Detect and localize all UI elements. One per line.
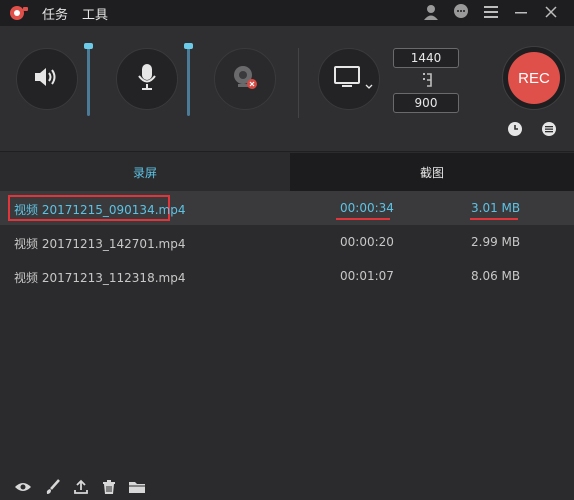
chat-icon[interactable] bbox=[452, 3, 470, 21]
eye-icon[interactable] bbox=[14, 478, 32, 496]
microphone-volume-slider[interactable] bbox=[184, 43, 193, 116]
speaker-button[interactable] bbox=[16, 48, 78, 110]
folder-icon[interactable] bbox=[128, 478, 146, 496]
file-size: 2.99 MB bbox=[471, 235, 521, 249]
file-name: 视频 20171213_112318.mp4 bbox=[14, 271, 186, 285]
chevron-down-icon bbox=[365, 75, 373, 94]
close-icon[interactable] bbox=[542, 3, 560, 21]
microphone-button[interactable] bbox=[116, 48, 178, 110]
menu-task[interactable]: 任务 bbox=[42, 4, 68, 23]
height-input[interactable]: 900 bbox=[393, 93, 459, 113]
speaker-icon bbox=[32, 65, 62, 93]
menu-icon[interactable] bbox=[482, 3, 500, 21]
tab-screen-recording[interactable]: 录屏 bbox=[0, 153, 290, 191]
rec-label: REC bbox=[508, 52, 560, 104]
monitor-icon bbox=[334, 66, 364, 92]
tab-screenshot[interactable]: 截图 bbox=[290, 153, 574, 191]
menu-bar: 任务 工具 bbox=[42, 4, 108, 23]
file-duration: 00:01:07 bbox=[340, 269, 394, 283]
brush-icon[interactable] bbox=[44, 478, 62, 496]
webcam-button[interactable] bbox=[214, 48, 276, 110]
titlebar-icons bbox=[422, 3, 560, 21]
title-bar: 任务 工具 bbox=[0, 0, 574, 26]
upload-icon[interactable] bbox=[72, 478, 90, 496]
control-panel: 1440 900 REC bbox=[0, 26, 574, 152]
size-underline bbox=[470, 218, 518, 220]
microphone-icon bbox=[137, 63, 157, 95]
rec-button[interactable]: REC bbox=[502, 46, 566, 110]
bottom-toolbar bbox=[0, 474, 574, 500]
minimize-icon[interactable] bbox=[512, 3, 530, 21]
trash-icon[interactable] bbox=[100, 478, 118, 496]
microphone-volume-knob[interactable] bbox=[184, 43, 193, 49]
clock-icon[interactable] bbox=[506, 120, 524, 138]
screen-select-button[interactable] bbox=[318, 48, 380, 110]
file-duration: 00:00:20 bbox=[340, 235, 394, 249]
duration-underline bbox=[336, 218, 390, 220]
file-duration: 00:00:34 bbox=[340, 201, 394, 215]
file-size: 3.01 MB bbox=[471, 201, 521, 215]
file-row[interactable]: 视频 20171215_090134.mp4 00:00:34 3.01 MB bbox=[0, 191, 574, 225]
file-list: 视频 20171215_090134.mp4 00:00:34 3.01 MB … bbox=[0, 191, 574, 293]
speaker-volume-knob[interactable] bbox=[84, 43, 93, 49]
menu-tools[interactable]: 工具 bbox=[82, 4, 108, 23]
user-icon[interactable] bbox=[422, 3, 440, 21]
file-row[interactable]: 视频 20171213_112318.mp4 00:01:07 8.06 MB bbox=[0, 259, 574, 293]
file-name: 视频 20171213_142701.mp4 bbox=[14, 237, 186, 251]
webcam-icon bbox=[231, 63, 259, 95]
swap-icon[interactable] bbox=[418, 71, 436, 89]
speaker-volume-slider[interactable] bbox=[84, 43, 93, 116]
file-name: 视频 20171215_090134.mp4 bbox=[14, 203, 186, 217]
list-icon[interactable] bbox=[540, 120, 558, 138]
app-logo-icon bbox=[8, 3, 30, 23]
file-size: 8.06 MB bbox=[471, 269, 521, 283]
tab-bar: 录屏 截图 bbox=[0, 153, 574, 191]
width-input[interactable]: 1440 bbox=[393, 48, 459, 68]
file-row[interactable]: 视频 20171213_142701.mp4 00:00:20 2.99 MB bbox=[0, 225, 574, 259]
divider bbox=[298, 48, 299, 118]
